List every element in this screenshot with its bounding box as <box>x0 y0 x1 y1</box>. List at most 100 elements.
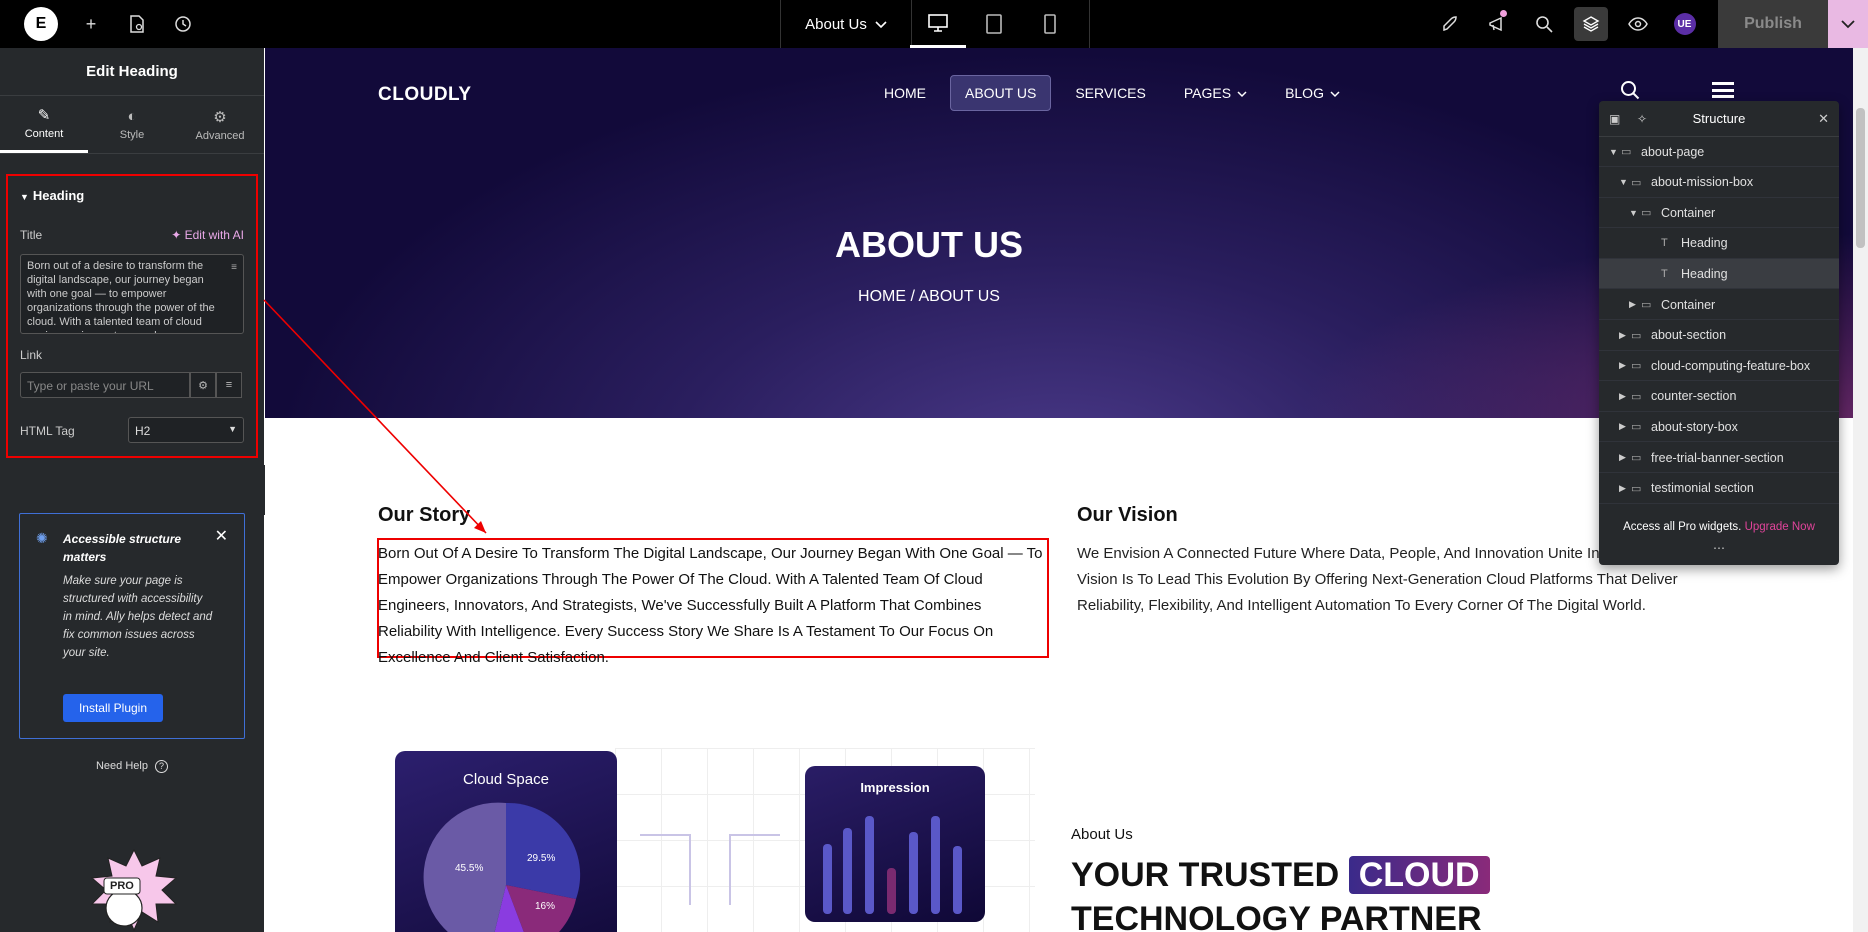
page-selector[interactable]: About Us <box>780 0 912 48</box>
page-settings-icon[interactable] <box>114 0 160 48</box>
big-heading[interactable]: YOUR TRUSTED CLOUD TECHNOLOGY PARTNER <box>1071 853 1731 932</box>
structure-item[interactable]: ▶ ▭ Container <box>1599 290 1839 320</box>
need-help-link[interactable]: Need Help ? <box>0 760 264 773</box>
pencil-icon: ✎ <box>37 107 51 124</box>
topbar-actions: UE Publish <box>1426 0 1868 48</box>
structure-item[interactable]: ▼ ▭ about-mission-box <box>1599 168 1839 198</box>
tablet-icon[interactable] <box>966 0 1022 48</box>
structure-item[interactable]: ▶ ▭ about-section <box>1599 321 1839 351</box>
section-toggle[interactable]: ▼ Heading <box>20 188 84 203</box>
caret-icon[interactable]: ▼ <box>1609 147 1621 157</box>
site-nav: HOME ABOUT US SERVICES PAGES BLOG <box>865 75 1359 111</box>
upgrade-now-link[interactable]: Upgrade Now <box>1745 521 1815 533</box>
container-icon: ▭ <box>1641 207 1652 220</box>
structure-item-label: free-trial-banner-section <box>1651 450 1784 465</box>
structure-item[interactable]: ▶ ▭ cloud-computing-feature-box <box>1599 351 1839 382</box>
link-label: Link <box>20 348 43 362</box>
structure-item[interactable]: ▶ ▭ testimonial section <box>1599 474 1839 504</box>
canvas-scrollbar[interactable] <box>1853 48 1868 932</box>
tab-style[interactable]: ◐ Style <box>88 96 176 153</box>
close-icon[interactable]: ✕ <box>1818 111 1829 127</box>
structure-item[interactable]: T Heading <box>1599 229 1839 259</box>
html-tag-select[interactable]: H2 ▼ <box>128 417 244 443</box>
caret-icon[interactable]: ▼ <box>1619 177 1631 187</box>
caret-icon[interactable]: ▶ <box>1619 421 1631 432</box>
dynamic-tags-icon[interactable]: ≡ <box>231 261 237 275</box>
chevron-down-icon <box>875 16 887 33</box>
structure-header: ▣ ✧ Structure ✕ <box>1599 101 1839 137</box>
caret-icon[interactable]: ▶ <box>1619 360 1631 371</box>
nav-home[interactable]: HOME <box>870 75 940 111</box>
structure-item-label: about-section <box>1651 328 1727 343</box>
mobile-icon[interactable] <box>1022 0 1078 48</box>
caret-icon[interactable]: ▶ <box>1619 483 1631 494</box>
caret-icon[interactable]: ▶ <box>1629 299 1641 310</box>
accessibility-notice: ✺ Accessible structure matters ✕ Make su… <box>19 513 245 739</box>
structure-item-label: Heading <box>1681 236 1728 251</box>
container-icon: ▭ <box>1641 299 1652 311</box>
panel-tabs: ✎ Content ◐ Style ⚙ Advanced <box>0 96 264 154</box>
container-icon: ▭ <box>1631 390 1642 403</box>
structure-item[interactable]: ▼ ▭ Container <box>1599 198 1839 229</box>
vision-heading[interactable]: Our Vision <box>1077 504 1178 527</box>
desktop-icon[interactable] <box>910 0 966 48</box>
caret-icon[interactable]: ▶ <box>1619 391 1631 402</box>
publish-options-chevron-icon[interactable] <box>1828 0 1868 48</box>
structure-item[interactable]: ▼ ▭ about-page <box>1599 137 1839 167</box>
caret-icon[interactable]: ▼ <box>1629 208 1641 218</box>
hamburger-menu-icon[interactable] <box>1712 82 1734 98</box>
story-heading[interactable]: Our Story <box>378 504 470 527</box>
breadcrumb: HOME / ABOUT US <box>858 288 1000 305</box>
decorative-connector-lines <box>640 834 780 905</box>
story-text[interactable]: Born Out Of A Desire To Transform The Di… <box>378 541 1046 671</box>
caret-icon[interactable]: ▶ <box>1619 452 1631 463</box>
nav-services[interactable]: SERVICES <box>1061 75 1160 111</box>
nav-pages[interactable]: PAGES <box>1170 75 1261 111</box>
resize-handle[interactable]: ⋯ <box>1599 541 1839 555</box>
structure-item[interactable]: T Heading <box>1599 259 1839 290</box>
heading-widget-icon: T <box>1661 267 1668 280</box>
ai-sparkle-icon[interactable]: ✧ <box>1637 112 1647 126</box>
notice-body: Make sure your page is structured with a… <box>63 575 213 659</box>
search-icon[interactable] <box>1520 0 1567 48</box>
link-options-gear-icon[interactable]: ⚙ <box>190 372 216 398</box>
cloud-space-card: Cloud Space 45.5% 29.5% 16% 9% <box>395 751 617 932</box>
structure-item[interactable]: ▶ ▭ counter-section <box>1599 382 1839 412</box>
structure-item-label: Heading <box>1681 266 1728 281</box>
publish-button[interactable]: Publish <box>1718 0 1828 48</box>
site-logo[interactable]: CLOUDLY <box>378 84 472 106</box>
dynamic-tags-icon[interactable]: ≡ <box>216 372 242 398</box>
close-icon[interactable]: ✕ <box>215 526 228 546</box>
title-textarea[interactable]: Born out of a desire to transform the di… <box>20 254 244 334</box>
chevron-down-icon <box>1237 85 1247 101</box>
nav-blog[interactable]: BLOG <box>1271 75 1354 111</box>
impression-card: Impression <box>805 766 985 922</box>
rocket-icon[interactable] <box>1426 0 1473 48</box>
user-avatar[interactable]: UE <box>1661 0 1708 48</box>
half-circle-icon: ◐ <box>127 108 137 125</box>
nav-about-us[interactable]: ABOUT US <box>950 75 1052 111</box>
tab-advanced[interactable]: ⚙ Advanced <box>176 96 264 153</box>
url-input[interactable]: Type or paste your URL <box>20 372 190 398</box>
pro-promo-illustration[interactable]: PRO <box>84 848 184 932</box>
structure-item-label: about-page <box>1641 144 1705 159</box>
structure-item[interactable]: ▶ ▭ free-trial-banner-section <box>1599 443 1839 473</box>
add-element-icon[interactable]: + <box>68 0 114 48</box>
tab-content[interactable]: ✎ Content <box>0 96 88 153</box>
container-icon: ▭ <box>1631 452 1642 464</box>
elementor-logo-icon[interactable]: E <box>24 7 58 41</box>
history-icon[interactable] <box>160 0 206 48</box>
caret-down-icon: ▼ <box>20 192 29 202</box>
structure-layers-icon[interactable] <box>1567 0 1614 48</box>
collapse-all-icon[interactable]: ▣ <box>1609 112 1620 126</box>
structure-item[interactable]: ▶ ▭ about-story-box <box>1599 412 1839 443</box>
sparkle-icon: ✦ <box>171 228 185 242</box>
structure-item-label: Container <box>1661 205 1716 220</box>
caret-icon[interactable]: ▶ <box>1619 330 1631 341</box>
preview-eye-icon[interactable] <box>1614 0 1661 48</box>
install-plugin-button[interactable]: Install Plugin <box>63 694 163 722</box>
page-name: About Us <box>805 15 867 33</box>
scrollbar-thumb[interactable] <box>1856 108 1865 248</box>
edit-with-ai-button[interactable]: ✦ Edit with AI <box>171 228 244 242</box>
notifications-icon[interactable] <box>1473 0 1520 48</box>
